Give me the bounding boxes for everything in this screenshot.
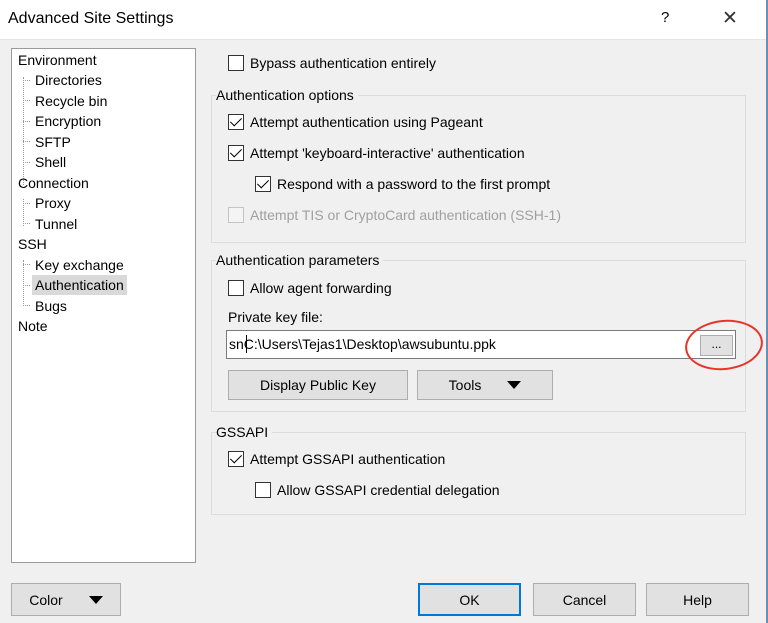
auth-params-title: Authentication parameters xyxy=(216,252,384,268)
private-key-value: snC:\Users\Tejas1\Desktop\awsubuntu.ppk xyxy=(229,336,496,352)
cancel-button[interactable]: Cancel xyxy=(533,583,636,616)
checkbox-box[interactable] xyxy=(228,145,244,161)
display-public-key-label: Display Public Key xyxy=(260,377,376,393)
check-mark-icon xyxy=(229,451,243,464)
tree-item-recycle-bin[interactable]: Recycle bin xyxy=(32,91,110,111)
tree-item-tunnel[interactable]: Tunnel xyxy=(32,214,80,234)
help-label: Help xyxy=(683,591,712,608)
tree-item-authentication[interactable]: Authentication xyxy=(32,275,127,295)
gssapi-delegation-checkbox[interactable]: Allow GSSAPI credential delegation xyxy=(255,482,500,498)
tree-item-directories[interactable]: Directories xyxy=(32,70,105,90)
tree-line xyxy=(23,141,30,142)
private-key-input[interactable]: snC:\Users\Tejas1\Desktop\awsubuntu.ppk xyxy=(226,330,736,359)
text-caret xyxy=(246,335,247,353)
check-mark-icon xyxy=(229,145,243,158)
tree-line xyxy=(23,264,30,265)
auth-options-title: Authentication options xyxy=(216,87,358,103)
tools-label: Tools xyxy=(448,377,482,393)
tree-item-bugs[interactable]: Bugs xyxy=(32,296,70,316)
agent-forwarding-checkbox[interactable]: Allow agent forwarding xyxy=(228,280,392,296)
check-mark-icon xyxy=(256,176,270,189)
bypass-auth-checkbox[interactable]: Bypass authentication entirely xyxy=(228,55,436,71)
tree-line xyxy=(23,203,30,204)
checkbox-box[interactable] xyxy=(228,280,244,296)
tree-item-sftp[interactable]: SFTP xyxy=(32,132,74,152)
color-label: Color xyxy=(29,591,63,608)
agent-forwarding-label: Allow agent forwarding xyxy=(250,280,392,296)
tis-cryptocard-checkbox: Attempt TIS or CryptoCard authentication… xyxy=(228,207,561,223)
tree-line xyxy=(23,121,30,122)
close-icon[interactable]: ✕ xyxy=(722,7,738,30)
respond-password-checkbox[interactable]: Respond with a password to the first pro… xyxy=(255,176,550,192)
checkbox-box[interactable] xyxy=(228,451,244,467)
bypass-auth-label: Bypass authentication entirely xyxy=(250,55,436,71)
title-bar: Advanced Site Settings ? ✕ xyxy=(0,0,768,40)
tree-item-ssh[interactable]: SSH xyxy=(15,234,50,254)
gssapi-title: GSSAPI xyxy=(216,424,273,440)
tree-item-connection[interactable]: Connection xyxy=(15,173,92,193)
dropdown-arrow-icon xyxy=(88,595,103,604)
cancel-label: Cancel xyxy=(562,591,607,608)
pageant-checkbox[interactable]: Attempt authentication using Pageant xyxy=(228,114,483,130)
window-title: Advanced Site Settings xyxy=(8,10,174,27)
checkbox-box[interactable] xyxy=(228,55,244,71)
tree-item-environment[interactable]: Environment xyxy=(15,50,100,70)
private-key-label: Private key file: xyxy=(228,309,323,325)
ok-button[interactable]: OK xyxy=(418,583,521,616)
tree-line xyxy=(23,100,30,101)
tree-line xyxy=(23,305,30,306)
tree-item-shell[interactable]: Shell xyxy=(32,152,69,172)
gssapi-attempt-label: Attempt GSSAPI authentication xyxy=(250,451,446,467)
tree-line xyxy=(23,80,30,81)
tree-line xyxy=(23,223,30,224)
gssapi-delegation-label: Allow GSSAPI credential delegation xyxy=(277,482,500,498)
tree-line xyxy=(23,285,30,286)
tree-item-note[interactable]: Note xyxy=(15,316,51,336)
respond-password-label: Respond with a password to the first pro… xyxy=(277,176,551,192)
checkbox-box[interactable] xyxy=(228,114,244,130)
tools-button[interactable]: Tools xyxy=(417,370,553,400)
pageant-label: Attempt authentication using Pageant xyxy=(250,114,483,130)
keyboard-interactive-checkbox[interactable]: Attempt 'keyboard-interactive' authentic… xyxy=(228,145,525,161)
color-button[interactable]: Color xyxy=(11,583,121,616)
gssapi-attempt-checkbox[interactable]: Attempt GSSAPI authentication xyxy=(228,451,445,467)
keyboard-interactive-label: Attempt 'keyboard-interactive' authentic… xyxy=(250,145,525,161)
display-public-key-button[interactable]: Display Public Key xyxy=(228,370,408,400)
tree-line xyxy=(23,260,24,306)
tis-cryptocard-label: Attempt TIS or CryptoCard authentication… xyxy=(250,207,561,223)
checkbox-box[interactable] xyxy=(255,482,271,498)
tree-line xyxy=(23,162,30,163)
settings-tree[interactable]: Environment Directories Recycle bin Encr… xyxy=(11,48,196,563)
tree-line xyxy=(23,77,24,185)
help-button[interactable]: Help xyxy=(646,583,749,616)
tree-item-encryption[interactable]: Encryption xyxy=(32,111,104,131)
dropdown-arrow-icon xyxy=(507,381,522,389)
help-icon[interactable]: ? xyxy=(661,9,669,26)
checkbox-box[interactable] xyxy=(255,176,271,192)
gssapi-group xyxy=(211,432,746,515)
check-mark-icon xyxy=(229,114,243,127)
tree-item-proxy[interactable]: Proxy xyxy=(32,193,74,213)
ok-label: OK xyxy=(459,591,480,608)
tree-item-key-exchange[interactable]: Key exchange xyxy=(32,255,127,275)
checkbox-box xyxy=(228,207,244,223)
